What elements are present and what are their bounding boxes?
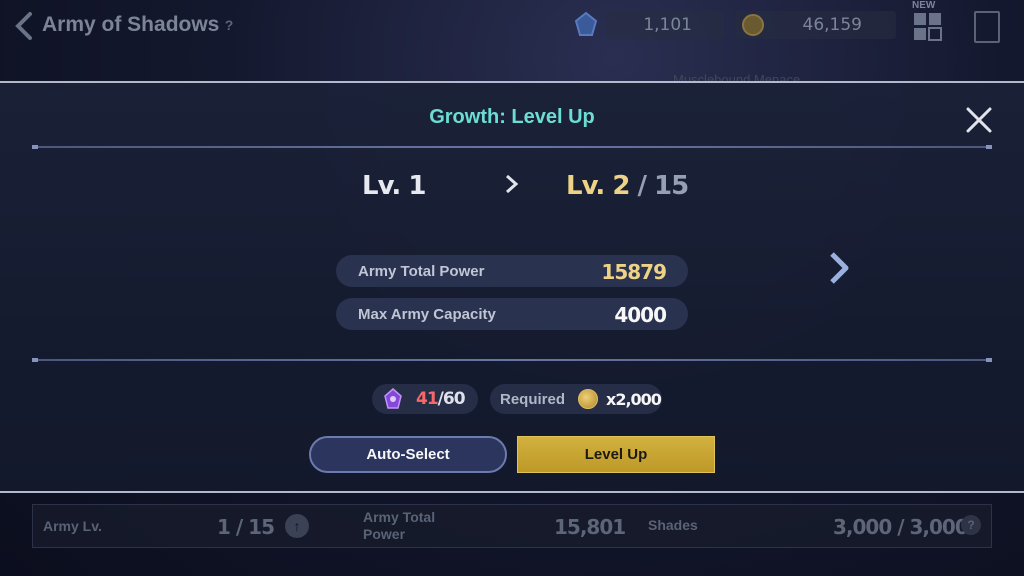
shadow-shard-icon bbox=[382, 388, 404, 410]
stat-label: Max Army Capacity bbox=[358, 306, 496, 323]
stat-value: 4000 bbox=[614, 303, 667, 327]
gem-icon bbox=[572, 11, 600, 39]
next-page-arrow-icon[interactable] bbox=[826, 250, 854, 286]
level-up-button[interactable]: Level Up bbox=[517, 436, 715, 473]
gold-coin-icon bbox=[578, 389, 598, 409]
stat-label: Army Total Power bbox=[358, 263, 485, 280]
shades-label: Shades bbox=[648, 517, 698, 533]
game-screen: Army of Shadows ? 1,101 46,159 NEW Muscl… bbox=[0, 0, 1024, 576]
level-arrow-icon bbox=[504, 173, 520, 201]
help-icon[interactable]: ? bbox=[961, 515, 981, 535]
new-badge: NEW bbox=[912, 0, 936, 11]
shard-have: 41 bbox=[416, 389, 439, 409]
close-icon[interactable] bbox=[964, 105, 994, 135]
max-level: / 15 bbox=[629, 171, 689, 201]
stat-row-total-power: Army Total Power 15879 bbox=[336, 255, 688, 287]
army-summary-bar: Army Lv. 1 / 15 ↑ Army Total Power 15,80… bbox=[32, 504, 992, 548]
shades-value: 3,000 / 3,000 bbox=[833, 515, 969, 539]
level-up-modal: Growth: Level Up Lv. 1 Lv. 2 / 15 Army T… bbox=[0, 81, 1024, 493]
help-icon[interactable]: ? bbox=[219, 15, 239, 35]
shard-cost: 41/60 bbox=[372, 384, 478, 414]
top-bar: Army of Shadows ? 1,101 46,159 NEW bbox=[0, 0, 1024, 52]
gem-resource[interactable]: 1,101 bbox=[574, 11, 724, 39]
auto-select-button[interactable]: Auto-Select bbox=[309, 436, 507, 473]
required-amount: x2,000 bbox=[606, 390, 662, 409]
army-power-value: 15,801 bbox=[554, 515, 626, 539]
gold-count: 46,159 bbox=[802, 15, 862, 35]
page-title: Army of Shadows bbox=[42, 13, 220, 36]
army-lv-value: 1 / 15 bbox=[217, 515, 275, 539]
exit-door-icon[interactable] bbox=[974, 11, 1000, 43]
next-level-value: Lv. 2 bbox=[566, 171, 630, 201]
current-level: Lv. 1 bbox=[362, 171, 426, 201]
upgrade-arrow-icon[interactable]: ↑ bbox=[285, 514, 309, 538]
stat-value: 15879 bbox=[601, 260, 667, 284]
army-power-label: Army Total Power bbox=[363, 509, 436, 542]
divider-top bbox=[32, 145, 992, 149]
army-lv-label: Army Lv. bbox=[43, 518, 102, 534]
gem-count: 1,101 bbox=[643, 15, 692, 35]
shard-need: /60 bbox=[437, 389, 466, 409]
divider-bottom bbox=[32, 358, 992, 362]
stat-row-max-capacity: Max Army Capacity 4000 bbox=[336, 298, 688, 330]
next-level: Lv. 2 / 15 bbox=[566, 171, 689, 201]
shard-count: 41/60 bbox=[416, 389, 466, 409]
menu-grid-icon[interactable] bbox=[913, 12, 943, 42]
back-arrow-icon[interactable] bbox=[10, 10, 38, 42]
modal-title: Growth: Level Up bbox=[429, 106, 595, 128]
required-label: Required bbox=[500, 391, 566, 408]
gold-coin-icon bbox=[742, 14, 764, 36]
gold-cost: Required x2,000 bbox=[490, 384, 662, 414]
gold-resource[interactable]: 46,159 bbox=[736, 11, 896, 39]
